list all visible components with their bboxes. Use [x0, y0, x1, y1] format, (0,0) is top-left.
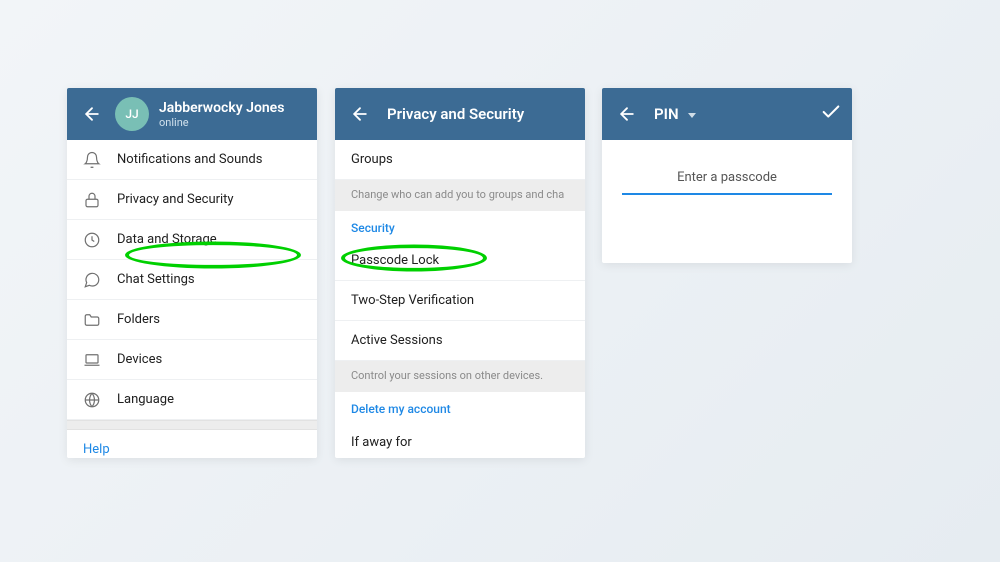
privacy-item-passcode[interactable]: Passcode Lock: [335, 241, 585, 281]
globe-icon: [81, 391, 103, 409]
row-label: Active Sessions: [351, 333, 443, 348]
confirm-button[interactable]: [820, 101, 842, 127]
sidebar-item-label: Notifications and Sounds: [117, 152, 262, 167]
privacy-item-away[interactable]: If away for: [335, 422, 585, 458]
page-title: Privacy and Security: [387, 105, 575, 123]
avatar[interactable]: JJ: [115, 97, 149, 131]
passcode-screen: PIN Enter a passcode: [602, 88, 852, 263]
chevron-down-icon: [688, 113, 696, 118]
settings-screen: JJ Jabberwocky Jones online Notification…: [67, 88, 317, 458]
settings-list: Notifications and Sounds Privacy and Sec…: [67, 140, 317, 420]
passcode-input[interactable]: [622, 193, 832, 195]
arrow-left-icon: [82, 104, 102, 124]
sidebar-item-privacy[interactable]: Privacy and Security: [67, 180, 317, 220]
passcode-header: PIN: [602, 88, 852, 140]
back-button[interactable]: [616, 103, 638, 125]
arrow-left-icon: [617, 104, 637, 124]
sidebar-item-label: Folders: [117, 312, 160, 327]
privacy-item-groups[interactable]: Groups: [335, 140, 585, 180]
section-header-delete: Delete my account: [335, 392, 585, 422]
check-icon: [820, 101, 842, 123]
user-name: Jabberwocky Jones: [159, 100, 284, 116]
sidebar-item-label: Devices: [117, 352, 162, 367]
clock-icon: [81, 231, 103, 249]
sessions-hint: Control your sessions on other devices.: [335, 361, 585, 392]
bell-icon: [81, 151, 103, 169]
user-block[interactable]: Jabberwocky Jones online: [159, 100, 284, 129]
row-label: Passcode Lock: [351, 253, 439, 268]
sidebar-item-folders[interactable]: Folders: [67, 300, 317, 340]
user-status: online: [159, 116, 284, 129]
lock-icon: [81, 191, 103, 209]
sidebar-item-label: Privacy and Security: [117, 192, 234, 207]
section-header-security: Security: [335, 211, 585, 241]
privacy-screen: Privacy and Security Groups Change who c…: [335, 88, 585, 458]
dropdown-label: PIN: [654, 105, 679, 123]
settings-header: JJ Jabberwocky Jones online: [67, 88, 317, 140]
folder-icon: [81, 311, 103, 329]
arrow-left-icon: [350, 104, 370, 124]
sidebar-item-notifications[interactable]: Notifications and Sounds: [67, 140, 317, 180]
laptop-icon: [81, 351, 103, 369]
privacy-header: Privacy and Security: [335, 88, 585, 140]
back-button[interactable]: [349, 103, 371, 125]
passcode-mode-dropdown[interactable]: PIN: [654, 105, 820, 123]
sidebar-item-language[interactable]: Language: [67, 380, 317, 420]
sidebar-item-data[interactable]: Data and Storage: [67, 220, 317, 260]
sidebar-item-help[interactable]: Help: [67, 430, 317, 458]
groups-hint: Change who can add you to groups and cha: [335, 180, 585, 211]
sidebar-item-label: Chat Settings: [117, 272, 195, 287]
privacy-item-twostep[interactable]: Two-Step Verification: [335, 281, 585, 321]
back-button[interactable]: [81, 103, 103, 125]
section-divider: [67, 420, 317, 430]
row-label: Two-Step Verification: [351, 293, 474, 308]
chat-icon: [81, 271, 103, 289]
privacy-item-sessions[interactable]: Active Sessions: [335, 321, 585, 361]
sidebar-item-label: Language: [117, 392, 174, 407]
sidebar-item-label: Data and Storage: [117, 232, 217, 247]
sidebar-item-chat[interactable]: Chat Settings: [67, 260, 317, 300]
row-label: If away for: [351, 435, 412, 450]
passcode-prompt: Enter a passcode: [602, 140, 852, 193]
sidebar-item-devices[interactable]: Devices: [67, 340, 317, 380]
row-label: Groups: [351, 152, 393, 167]
